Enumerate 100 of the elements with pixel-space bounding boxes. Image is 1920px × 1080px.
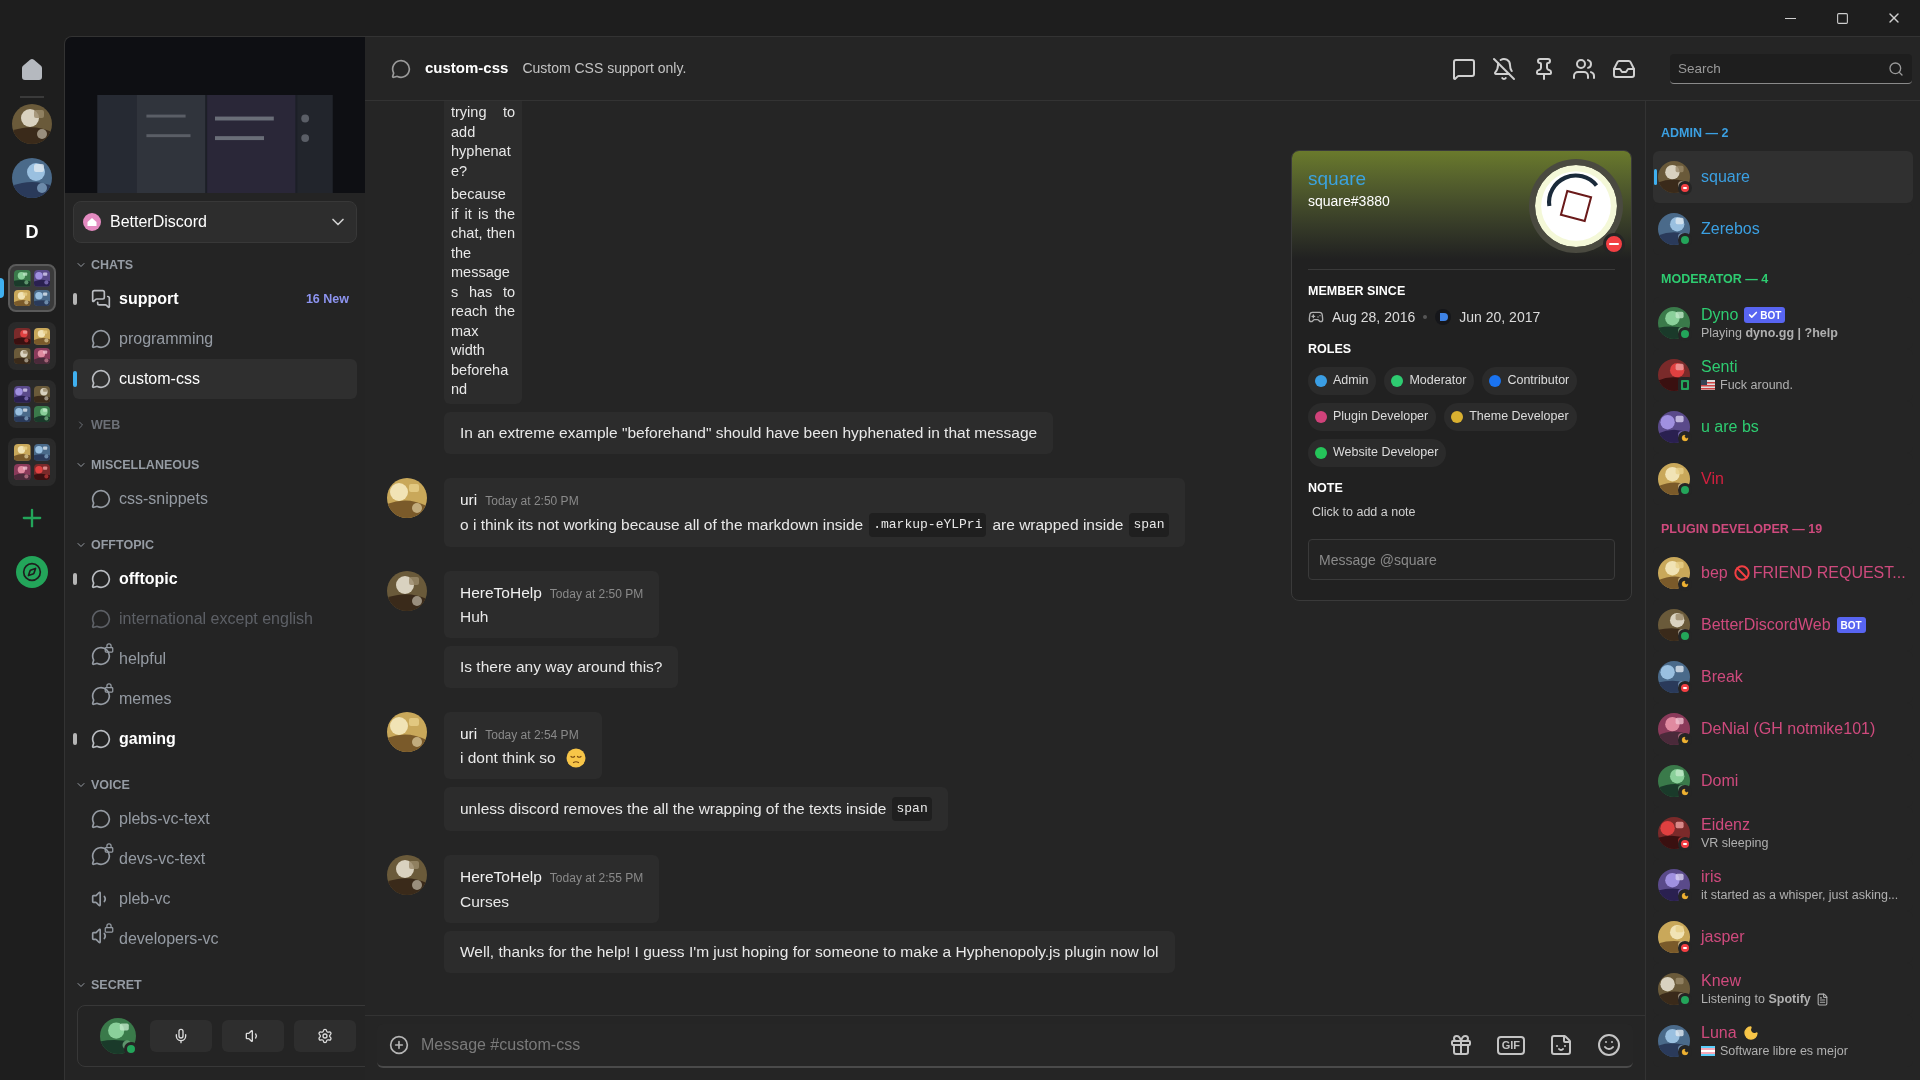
server-icon[interactable] (12, 158, 52, 198)
channel-item[interactable]: offtopic (73, 559, 357, 599)
chat-bubble-icon (91, 329, 111, 349)
category-header[interactable]: SECRET (91, 975, 142, 995)
role-name: Plugin Developer (1333, 408, 1429, 426)
status-indicator (1678, 233, 1692, 247)
message-text: Well, thanks for the help! I guess I'm just hoping for someone to make a Hyphenopoly.js plugin now lol (460, 941, 1159, 962)
threads-icon[interactable] (1452, 56, 1476, 81)
server-icon[interactable] (12, 104, 52, 144)
channel-name: custom-css (425, 58, 509, 79)
home-icon[interactable] (20, 58, 44, 82)
gift-icon[interactable] (1448, 1033, 1473, 1057)
profile-tag: square#3880 (1308, 191, 1615, 211)
search-field[interactable]: Search (1670, 53, 1912, 84)
channel-item[interactable]: support 16 New (73, 279, 357, 319)
role-name: Theme Developer (1469, 408, 1569, 426)
message-text: unless discord removes the all the wrapping of the texts inside (460, 799, 887, 820)
channel-item[interactable]: devs-vc-text (73, 839, 357, 879)
member-since-date: Jun 20, 2017 (1459, 307, 1541, 327)
message-timestamp: Today at 2:54 PM (485, 727, 579, 744)
server-folder[interactable] (8, 380, 56, 428)
channel-item[interactable]: plebs-vc-text (73, 799, 357, 839)
server-folder[interactable] (8, 322, 56, 370)
sticker-icon[interactable] (1549, 1033, 1573, 1057)
status-indicator (124, 1042, 138, 1056)
author-name[interactable]: uri (460, 722, 478, 746)
inline-code: span (892, 797, 932, 822)
channel-topic: Custom CSS support only. (522, 59, 687, 78)
category-header[interactable]: WEB (91, 415, 121, 435)
member-name: BetterDiscordWeb (1701, 615, 1831, 635)
add-attachment-icon[interactable] (389, 1035, 409, 1055)
member-name: Domi (1701, 771, 1739, 791)
message-text: because if it is the chat, then the messages has to reach the max width beforehand (451, 185, 515, 399)
member-name: bep (1701, 563, 1728, 583)
microphone-button[interactable] (150, 1020, 212, 1052)
message-input[interactable]: Message #custom-css (421, 1029, 1437, 1061)
author-name[interactable]: HereToHelp (460, 865, 542, 889)
server-icon[interactable]: D (25, 218, 39, 246)
selection-pill (0, 278, 4, 298)
status-indicator (1678, 941, 1692, 955)
member-name: u are bs (1701, 417, 1759, 437)
gif-button[interactable]: GIF (1496, 1035, 1525, 1055)
chat-bubble-icon (91, 369, 111, 389)
member-item[interactable]: square (1653, 151, 1913, 203)
locked-speaker-icon (91, 925, 111, 946)
locked-chat-icon (91, 645, 111, 666)
category-header[interactable]: VOICE (91, 775, 130, 795)
server-folder[interactable] (8, 264, 56, 312)
member-name: Zerebos (1701, 219, 1760, 239)
channel-item[interactable]: helpful (73, 639, 357, 679)
chat-bubble-icon (391, 58, 411, 79)
channel-item[interactable]: pleb-vc (73, 879, 357, 919)
author-name[interactable]: HereToHelp (460, 580, 542, 604)
channel-item[interactable]: css-snippets (73, 479, 357, 519)
server-menu-button[interactable]: BetterDiscord (73, 201, 357, 243)
settings-button[interactable] (294, 1020, 356, 1052)
member-activity: VR sleeping (1701, 835, 1769, 851)
category-header[interactable]: CHATS (91, 255, 134, 275)
member-name-suffix: FRIEND REQUEST... (1752, 563, 1906, 583)
message-text: o i think its not working because all of the markdown inside (460, 514, 864, 535)
note-field[interactable]: Click to add a note (1308, 503, 1615, 522)
message-timestamp: Today at 2:55 PM (549, 870, 644, 888)
member-activity: Software libre es mejor (1720, 1043, 1848, 1059)
server-folder[interactable] (8, 438, 56, 486)
section-title: MEMBER SINCE (1308, 283, 1407, 300)
status-indicator (1678, 327, 1692, 341)
channel-item[interactable]: developers-vc (73, 919, 357, 959)
server-name: BetterDiscord (110, 212, 208, 232)
members-icon[interactable] (1572, 56, 1596, 81)
chat-bubble-icon (91, 489, 111, 509)
compass-icon[interactable] (16, 556, 48, 588)
channel-item[interactable]: gaming (73, 719, 357, 759)
locked-chat-icon (91, 845, 111, 866)
message-field[interactable]: Message @square (1308, 539, 1615, 581)
category-header[interactable]: OFFTOPIC (91, 535, 154, 555)
channel-item[interactable]: programming (73, 319, 357, 359)
member-name: square (1701, 167, 1750, 187)
member-name: Vin (1701, 469, 1724, 489)
inline-code: .markup-eYLPri (869, 512, 987, 537)
settings-icon (317, 1028, 333, 1044)
category-header[interactable]: MISCELLANEOUS (91, 455, 200, 475)
member-group-header: MODERATOR — 4 (1661, 270, 1769, 288)
locked-chat-icon (91, 685, 111, 706)
maximize-icon (1835, 11, 1849, 25)
message-text: In an extreme example "beforehand" should have been hyphenated in that message (460, 422, 1038, 443)
channel-item[interactable]: memes (73, 679, 357, 719)
member-name: DeNial (GH notmike101) (1701, 719, 1876, 739)
message-text: Huh (460, 607, 489, 627)
section-title: NOTE (1308, 479, 1344, 497)
mute-notifications-icon[interactable] (1492, 56, 1516, 81)
author-name[interactable]: uri (460, 487, 478, 511)
emoji-picker-icon[interactable] (1597, 1033, 1621, 1057)
member-activity: Listening to Spotify (1701, 991, 1811, 1007)
home-badge-icon (82, 212, 102, 232)
speaker-button[interactable] (222, 1020, 284, 1052)
member-name: Eidenz (1701, 815, 1750, 835)
moon-icon (1742, 1025, 1759, 1041)
minimize-icon (1784, 17, 1796, 19)
chat-bubble-icon (91, 729, 111, 749)
channel-item[interactable]: custom-css (73, 359, 357, 399)
